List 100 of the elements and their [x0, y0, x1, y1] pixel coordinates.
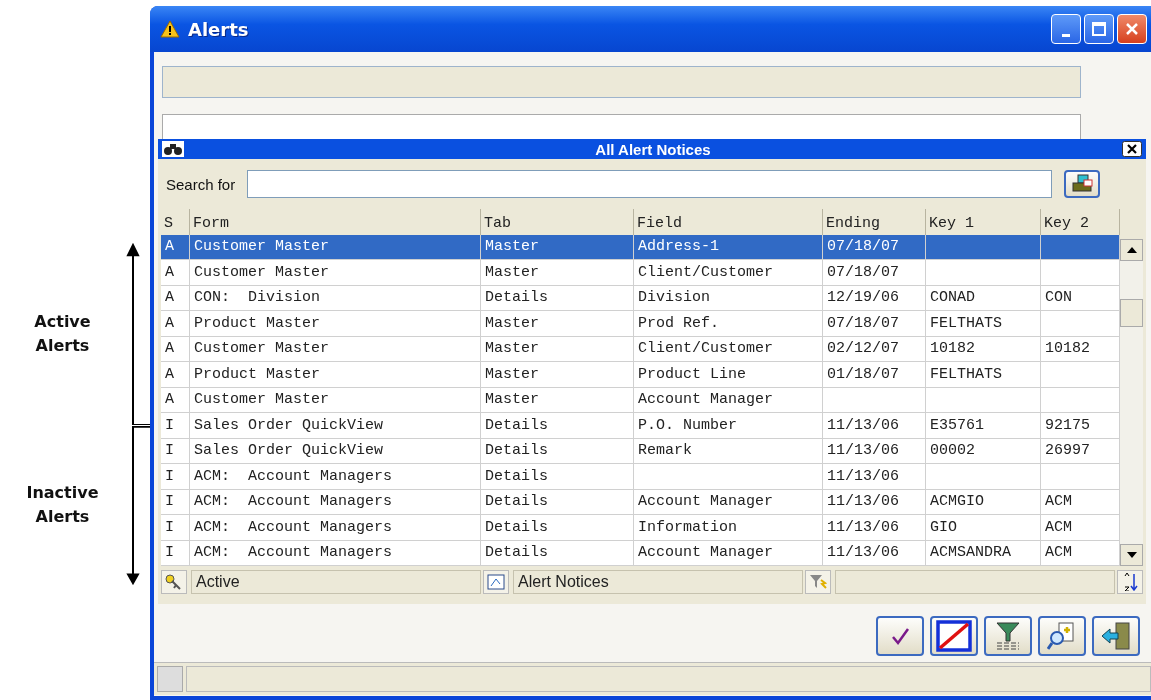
table-cell: 11/13/06	[823, 464, 926, 490]
table-cell: Account Manager	[634, 387, 823, 413]
table-cell: A	[161, 285, 190, 311]
table-cell: E35761	[926, 413, 1041, 439]
table-cell: Account Manager	[634, 489, 823, 515]
table-cell: 00002	[926, 438, 1041, 464]
table-cell: Details	[481, 413, 634, 439]
table-cell: A	[161, 387, 190, 413]
status-icon-button[interactable]	[161, 570, 187, 594]
close-icon	[1125, 22, 1139, 36]
print-button[interactable]	[1064, 170, 1101, 198]
table-cell: CON: Division	[190, 285, 481, 311]
table-cell: 02/12/07	[823, 336, 926, 362]
table-cell: Customer Master	[190, 336, 481, 362]
filter-icon	[993, 621, 1023, 651]
table-cell: FELTHATS	[926, 362, 1041, 388]
table-cell: ACM: Account Managers	[190, 515, 481, 541]
table-cell: ACM: Account Managers	[190, 489, 481, 515]
table-cell: Product Line	[634, 362, 823, 388]
table-cell: ACM	[1041, 540, 1120, 566]
table-cell: Details	[481, 540, 634, 566]
cancel-button[interactable]	[930, 616, 978, 656]
table-cell: 10182	[1041, 336, 1120, 362]
table-cell: Details	[481, 285, 634, 311]
maximize-button[interactable]	[1084, 14, 1114, 44]
table-cell: 07/18/07	[823, 311, 926, 337]
window-title: Alerts	[188, 18, 250, 40]
annotation-label: Active Alerts	[33, 311, 92, 357]
table-cell: ACM	[1041, 515, 1120, 541]
status-text: Alert Notices	[513, 570, 803, 594]
table-cell: Customer Master	[190, 260, 481, 286]
table-cell: Product Master	[190, 362, 481, 388]
table-cell: Details	[481, 464, 634, 490]
table-cell: Division	[634, 285, 823, 311]
printer-icon	[1071, 174, 1094, 194]
table-cell: ACM: Account Managers	[190, 464, 481, 490]
table-cell: I	[161, 413, 190, 439]
exit-button[interactable]	[1092, 616, 1140, 656]
down-arrow-icon	[1126, 552, 1137, 558]
status-icon-button[interactable]	[805, 570, 831, 594]
minimize-button[interactable]	[1051, 14, 1081, 44]
table-cell: CONAD	[926, 285, 1041, 311]
table-cell: ACM: Account Managers	[190, 540, 481, 566]
window-icon	[487, 574, 505, 590]
status-text: Active	[191, 570, 481, 594]
table-cell: Details	[481, 515, 634, 541]
search-label: Search for	[166, 175, 236, 193]
sort-button[interactable]	[1117, 570, 1143, 594]
table-cell: 26997	[1041, 438, 1120, 464]
table-cell: Prod Ref.	[634, 311, 823, 337]
up-arrow-icon	[1126, 247, 1137, 253]
table-cell: A	[161, 336, 190, 362]
table-cell: A	[161, 234, 190, 260]
table-cell: Sales Order QuickView	[190, 438, 481, 464]
table-cell: Sales Order QuickView	[190, 413, 481, 439]
binoculars-icon	[162, 141, 184, 157]
table-cell: 11/13/06	[823, 540, 926, 566]
crossed-box-icon	[936, 620, 972, 652]
close-button[interactable]	[1117, 14, 1147, 44]
table-cell: 11/13/06	[823, 413, 926, 439]
minimize-icon	[1062, 33, 1070, 37]
keys-icon	[165, 574, 183, 590]
table-cell: 11/13/06	[823, 515, 926, 541]
table-cell: 11/13/06	[823, 438, 926, 464]
check-icon	[890, 626, 910, 646]
search-field[interactable]	[247, 170, 1053, 198]
annotation-label: Inactive Alerts	[25, 482, 100, 528]
close-icon[interactable]	[1122, 141, 1142, 157]
magnifier-document-icon	[1047, 621, 1077, 651]
scroll-thumb[interactable]	[1120, 298, 1143, 327]
scrollbar[interactable]	[1120, 239, 1143, 566]
table-cell: Product Master	[190, 311, 481, 337]
table-cell: Master	[481, 311, 634, 337]
status-icon-button[interactable]	[483, 570, 509, 594]
table-cell: I	[161, 489, 190, 515]
table-cell: Customer Master	[190, 234, 481, 260]
table-cell: Information	[634, 515, 823, 541]
table-cell: ACMSANDRA	[926, 540, 1041, 566]
table-cell: ACM	[1041, 489, 1120, 515]
search-document-button[interactable]	[1038, 616, 1086, 656]
filter-icon	[809, 574, 827, 590]
table-cell: I	[161, 515, 190, 541]
table-cell: Master	[481, 234, 634, 260]
table-cell: ACMGIO	[926, 489, 1041, 515]
table-cell: 10182	[926, 336, 1041, 362]
table-cell: Address-1	[634, 234, 823, 260]
table-cell: 11/13/06	[823, 489, 926, 515]
table-cell: Customer Master	[190, 387, 481, 413]
table-cell: 07/18/07	[823, 260, 926, 286]
filter-button[interactable]	[984, 616, 1032, 656]
door-arrow-icon	[1100, 621, 1132, 651]
confirm-button[interactable]	[876, 616, 924, 656]
table-cell: FELTHATS	[926, 311, 1041, 337]
table-cell: 01/18/07	[823, 362, 926, 388]
table-cell: I	[161, 540, 190, 566]
table-cell: CON	[1041, 285, 1120, 311]
table-cell: P.O. Number	[634, 413, 823, 439]
table-cell: I	[161, 438, 190, 464]
sort-icon	[1122, 573, 1138, 591]
table-cell: Client/Customer	[634, 260, 823, 286]
